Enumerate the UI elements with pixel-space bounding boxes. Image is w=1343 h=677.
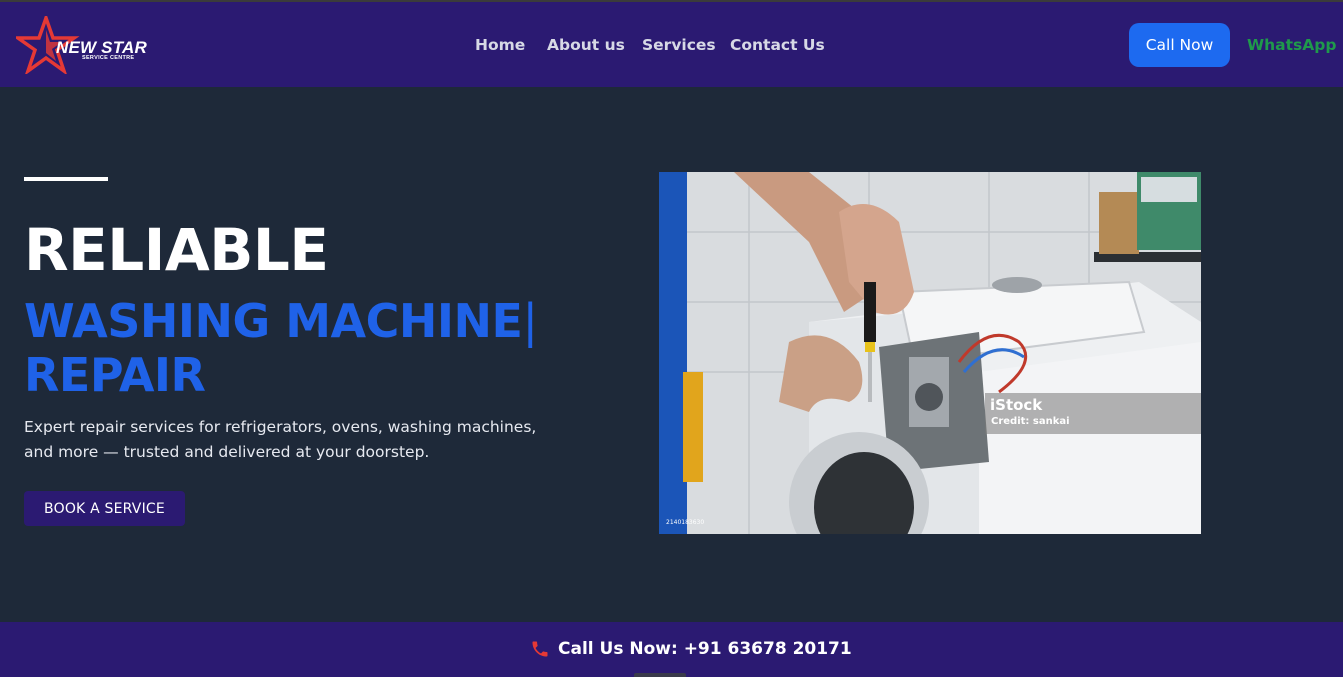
istock-credit: Credit: sankai <box>991 416 1070 427</box>
logo-subtitle: SERVICE CENTRE <box>82 55 135 61</box>
nav-contact-us[interactable]: Contact Us <box>730 36 825 54</box>
call-now-button[interactable]: Call Now <box>1129 23 1230 67</box>
hero-image <box>659 172 1201 534</box>
phone-icon <box>532 641 548 657</box>
nav-services[interactable]: Services <box>642 36 716 54</box>
whatsapp-link[interactable]: WhatsApp <box>1247 36 1336 54</box>
hero-description: Expert repair services for refrigerators… <box>24 418 537 461</box>
nav-about-us[interactable]: About us <box>547 36 625 54</box>
typed-text-2: REPAIR <box>24 348 206 402</box>
scroll-to-top-tab[interactable] <box>634 673 686 677</box>
istock-logo: iStock <box>990 396 1043 414</box>
hero-headline: RELIABLE <box>24 216 329 284</box>
typed-text: WASHING MACHINE <box>24 294 523 348</box>
stock-image-id: 2140183630 <box>666 519 705 526</box>
logo[interactable]: NEW STAR SERVICE CENTRE <box>16 16 166 74</box>
book-service-button[interactable]: BOOK A SERVICE <box>24 491 185 526</box>
nav-home[interactable]: Home <box>475 36 525 54</box>
call-us-bar[interactable]: Call Us Now: +91 63678 20171 <box>0 622 1343 677</box>
typed-cursor: | <box>522 294 538 348</box>
call-us-content[interactable]: Call Us Now: +91 63678 20171 <box>530 639 852 659</box>
hero-typed-heading: WASHING MACHINE| REPAIR <box>24 294 584 402</box>
accent-divider <box>24 177 108 181</box>
washing-machine-repair-photo <box>659 172 1201 534</box>
call-us-text[interactable]: Call Us Now: +91 63678 20171 <box>558 639 852 659</box>
navbar: NEW STAR SERVICE CENTRE Home About us Se… <box>0 2 1343 87</box>
